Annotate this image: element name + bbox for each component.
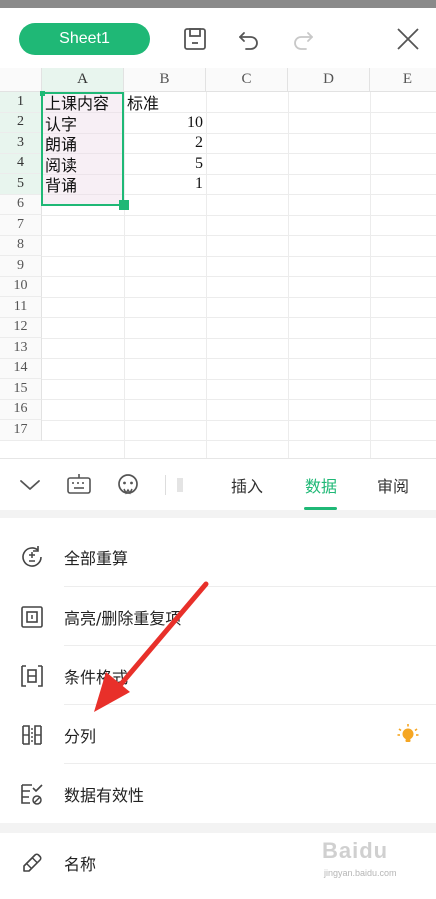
row-header[interactable]: 11: [0, 297, 42, 318]
grid-line: [370, 92, 371, 458]
row-header[interactable]: 3: [0, 133, 42, 154]
keyboard-icon[interactable]: [65, 471, 93, 499]
grid-line: [42, 440, 436, 441]
select-all-corner[interactable]: [0, 68, 42, 92]
close-icon[interactable]: [391, 22, 425, 56]
column-header-d[interactable]: D: [288, 68, 370, 92]
selection-fill-handle[interactable]: [119, 200, 129, 210]
row-header[interactable]: 7: [0, 215, 42, 236]
tag-pencil-icon: [18, 849, 46, 877]
cell-a1[interactable]: 上课内容: [42, 92, 124, 113]
lightbulb-icon[interactable]: [396, 723, 420, 747]
tab-data[interactable]: 数据: [298, 459, 344, 511]
menu-item-label: 数据有效性: [64, 785, 145, 805]
cell-a3[interactable]: 朗诵: [42, 133, 124, 154]
grid-line: [42, 276, 436, 277]
grid-line: [288, 92, 289, 458]
cell-b5[interactable]: 1: [124, 174, 206, 195]
grid-line: [42, 296, 436, 298]
tab-review[interactable]: 审阅: [370, 459, 416, 511]
menu-item-recalculate-all[interactable]: 全部重算: [0, 527, 436, 586]
assistant-icon[interactable]: [114, 471, 142, 499]
menu-item-label: 分列: [64, 726, 97, 746]
grid-line: [42, 214, 436, 216]
grid-line: [42, 317, 436, 318]
row-header[interactable]: 15: [0, 379, 42, 400]
column-header-c[interactable]: C: [206, 68, 288, 92]
cell-b3[interactable]: 2: [124, 133, 206, 154]
cell-b1[interactable]: 标准: [124, 92, 206, 113]
watermark: Baidu jingyan.baidu.com: [322, 838, 430, 890]
section-gap: [0, 823, 436, 833]
bottom-toolbar: 插入 数据 审阅: [0, 458, 436, 510]
data-validation-icon: [18, 780, 46, 808]
row-header[interactable]: 8: [0, 235, 42, 256]
spreadsheet-grid[interactable]: A B C D E 1 2 3 4 5 6 7 8 9 10 11 12 13 …: [0, 68, 436, 458]
sheet-tab[interactable]: Sheet1: [19, 23, 150, 55]
menu-item-text-to-columns[interactable]: 分列: [0, 705, 436, 764]
menu-item-label: 全部重算: [64, 548, 129, 568]
menu-item-data-validation[interactable]: 数据有效性: [0, 764, 436, 823]
menu-item-label: 高亮/删除重复项: [64, 608, 182, 628]
menu-item-label: 条件格式: [64, 667, 129, 687]
row-header[interactable]: 6: [0, 194, 42, 215]
grid-line: [42, 399, 436, 400]
row-header[interactable]: 9: [0, 256, 42, 277]
row-header[interactable]: 12: [0, 317, 42, 338]
cell-b2[interactable]: 10: [124, 113, 206, 134]
watermark-brand: Baidu: [322, 838, 389, 863]
save-icon[interactable]: [178, 22, 212, 56]
cell-a5[interactable]: 背诵: [42, 174, 124, 195]
tab-scroll-indicator: [172, 471, 186, 499]
toolbar-divider: [165, 475, 166, 495]
status-bar: [0, 0, 436, 8]
cell-a2[interactable]: 认字: [42, 113, 124, 134]
split-columns-icon: [18, 721, 46, 749]
column-header-b[interactable]: B: [124, 68, 206, 92]
row-header[interactable]: 4: [0, 153, 42, 174]
column-header-a[interactable]: A: [42, 68, 124, 92]
cell-a4[interactable]: 阅读: [42, 154, 124, 175]
chevron-down-icon[interactable]: [16, 471, 44, 499]
top-bar: Sheet1: [0, 8, 436, 68]
menu-item-label: 名称: [64, 854, 97, 874]
grid-line: [42, 419, 436, 421]
undo-icon[interactable]: [232, 22, 266, 56]
conditional-format-icon: [18, 662, 46, 690]
grid-line: [42, 255, 436, 257]
row-header[interactable]: 10: [0, 276, 42, 297]
grid-line: [42, 358, 436, 359]
cell-b4[interactable]: 5: [124, 154, 206, 175]
row-header[interactable]: 14: [0, 358, 42, 379]
column-header-e[interactable]: E: [370, 68, 436, 92]
grid-line: [42, 378, 436, 380]
grid-line: [42, 337, 436, 339]
row-header[interactable]: 17: [0, 420, 42, 441]
redo-icon[interactable]: [286, 22, 320, 56]
row-header[interactable]: 5: [0, 174, 42, 195]
tab-insert[interactable]: 插入: [224, 459, 270, 511]
menu-item-conditional-format[interactable]: 条件格式: [0, 646, 436, 705]
row-header[interactable]: 2: [0, 112, 42, 133]
grid-line: [42, 235, 436, 236]
recalculate-icon: [18, 543, 46, 571]
duplicates-icon: [18, 603, 46, 631]
row-header[interactable]: 13: [0, 338, 42, 359]
watermark-subtitle: jingyan.baidu.com: [324, 868, 397, 878]
row-header[interactable]: 16: [0, 399, 42, 420]
row-header[interactable]: 1: [0, 92, 42, 113]
menu-item-highlight-duplicates[interactable]: 高亮/删除重复项: [0, 587, 436, 646]
grid-line: [206, 92, 207, 458]
